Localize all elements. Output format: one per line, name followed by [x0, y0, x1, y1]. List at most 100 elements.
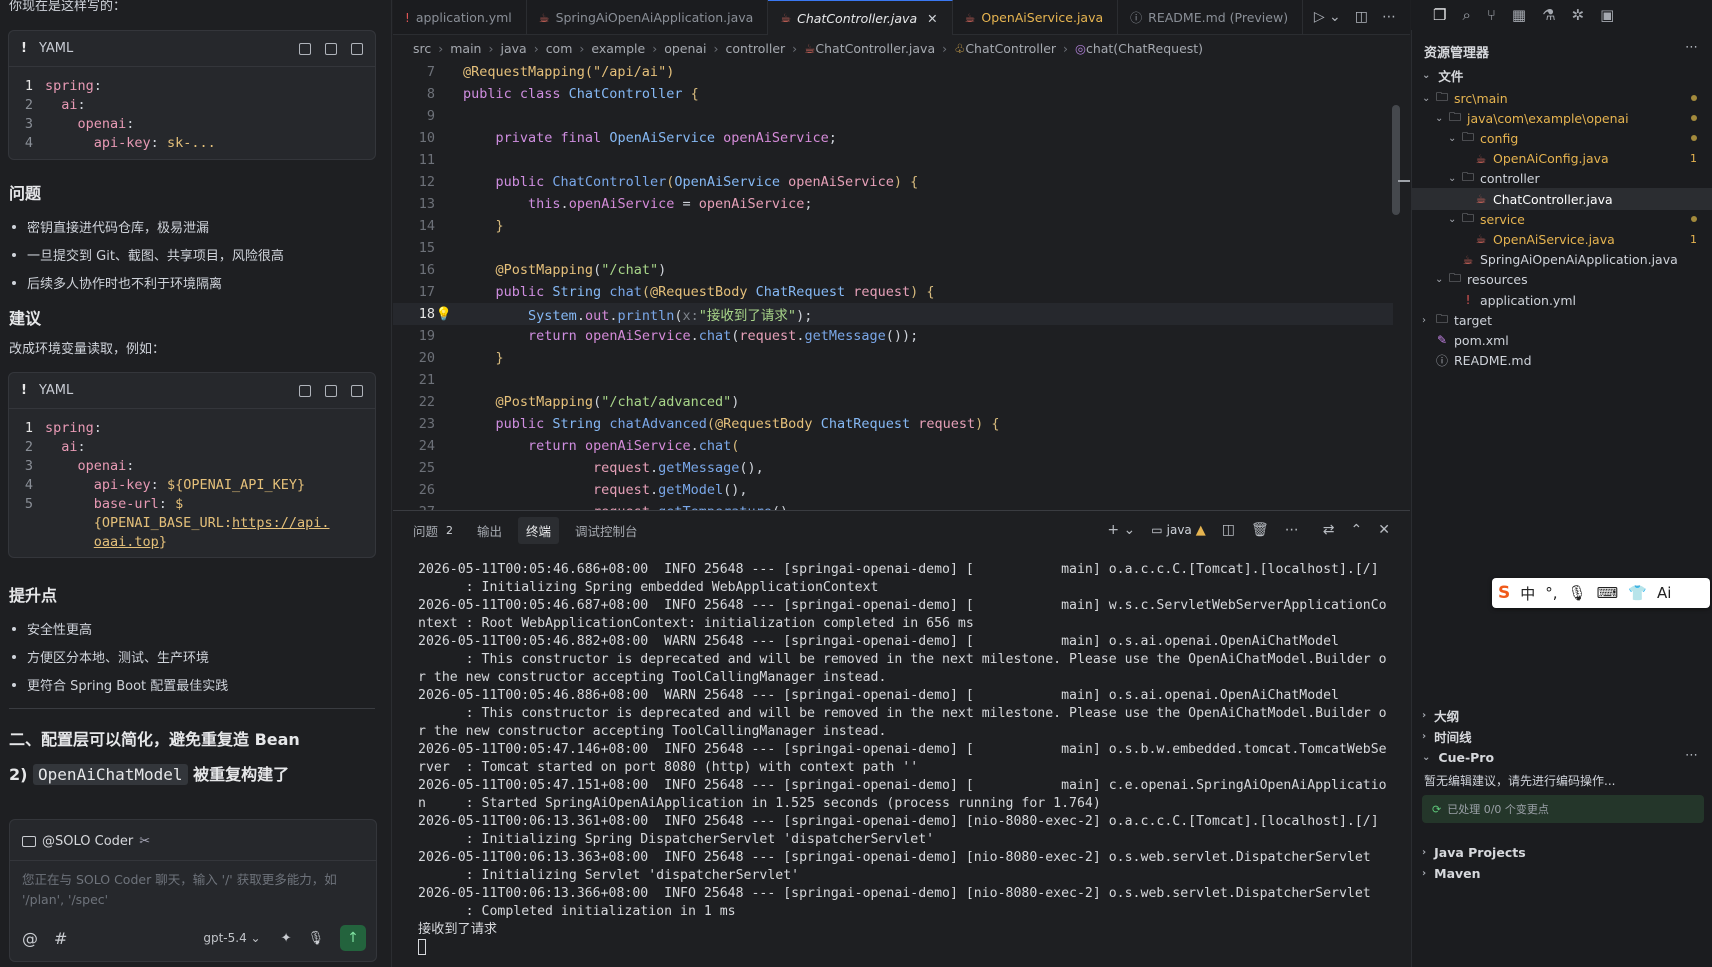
tab-problems[interactable]: 问题 2 — [413, 521, 453, 540]
more-icon[interactable]: ⋯ — [1685, 40, 1698, 55]
breadcrumb-item[interactable]: ChatController.java — [815, 41, 935, 56]
apply-icon[interactable] — [351, 384, 363, 397]
method-icon: ◎ — [1075, 40, 1086, 56]
terminal-shell-selector[interactable]: ▭ java ▲ — [1151, 523, 1206, 538]
breadcrumb-item[interactable]: openai — [664, 41, 706, 56]
insert-icon[interactable] — [325, 384, 337, 397]
tab-debug-console[interactable]: 调试控制台 — [575, 521, 638, 540]
code-card-body: 1 spring: 2 ai: 3 openai: 4 api-key: sk-... — [9, 67, 375, 159]
ime-chinese-mode[interactable]: 中 — [1520, 583, 1535, 604]
tree-item[interactable]: ! application.yml — [1412, 289, 1712, 311]
breadcrumb-item[interactable]: com — [546, 41, 573, 56]
tab-application-yml[interactable]: ! application.yml — [393, 0, 527, 35]
timeline-section-header[interactable]: › 时间线 — [1422, 727, 1472, 746]
testing-icon[interactable]: ⚗ — [1542, 6, 1555, 24]
skin-icon[interactable]: 👕 — [1628, 584, 1647, 602]
tab-openai-service[interactable]: ☕ OpenAiService.java — [953, 0, 1119, 35]
tree-item[interactable]: ⌄ 🗀 resources — [1412, 269, 1712, 291]
layout-icon[interactable]: ⇄ — [1323, 522, 1335, 538]
maven-section-header[interactable]: › Maven — [1422, 866, 1481, 881]
debug-icon[interactable]: ✲ — [1572, 6, 1585, 24]
copy-icon[interactable] — [299, 384, 311, 397]
tree-item[interactable]: ⓘ README.md — [1412, 350, 1712, 372]
chat-intro-text: 你现在是这样写的： — [9, 0, 127, 14]
files-section-header[interactable]: ⌄ 文件 — [1422, 66, 1463, 85]
breadcrumb-item[interactable]: java — [500, 41, 526, 56]
breadcrumb-item[interactable]: chat(ChatRequest) — [1086, 41, 1203, 56]
more-icon[interactable]: ⋯ — [1285, 522, 1299, 538]
lightbulb-icon[interactable]: 💡 — [436, 307, 452, 322]
breadcrumb-item[interactable]: controller — [726, 41, 786, 56]
files-icon[interactable]: ❐ — [1433, 6, 1446, 24]
close-icon[interactable]: ✕ — [1378, 522, 1390, 538]
keyboard-icon[interactable]: ⌨ — [1597, 584, 1619, 602]
tree-item[interactable]: ⌄ 🗀 service — [1412, 208, 1712, 230]
tree-item[interactable]: ⌄ 🗀 src\main — [1412, 87, 1712, 109]
mention-icon[interactable]: @ — [22, 929, 38, 948]
tab-output[interactable]: 输出 — [477, 521, 502, 540]
chevron-up-icon[interactable]: ⌃ — [1351, 522, 1363, 538]
code-line: 4 api-key: sk-... — [24, 135, 216, 151]
tab-spring-app[interactable]: ☕ SpringAiOpenAiApplication.java — [527, 0, 769, 35]
microphone-icon[interactable]: 🎙 — [1568, 584, 1587, 602]
tree-item[interactable]: ☕ ChatController.java — [1412, 188, 1712, 210]
ime-toolbar: S 中 °, 🎙 ⌨ 👕 Ai — [1492, 578, 1710, 608]
trash-icon[interactable]: 🗑 — [1251, 522, 1269, 538]
remote-icon[interactable]: ▣ — [1600, 6, 1614, 24]
ime-ai[interactable]: Ai — [1657, 584, 1671, 602]
editor-tabs: ! application.yml ☕ SpringAiOpenAiApplicati… — [393, 0, 1410, 35]
section2-heading: 二、配置层可以简化，避免重复造 Bean — [9, 730, 300, 749]
tree-item[interactable]: ☕ OpenAiService.java 1 — [1412, 228, 1712, 250]
java-file-icon: ☕ — [964, 10, 976, 25]
sparkle-icon[interactable]: ✦ — [281, 931, 292, 946]
tab-terminal[interactable]: 终端 — [518, 516, 560, 544]
apply-icon[interactable] — [351, 42, 363, 55]
microphone-icon[interactable]: 🎙 — [307, 931, 324, 946]
more-icon[interactable]: ⋯ — [1382, 9, 1396, 25]
run-icon[interactable]: ▷ ⌄ — [1314, 9, 1341, 25]
yaml-code-card-1: ! YAML 1 spring: 2 ai: 3 openai: 4 api-key: … — [8, 30, 376, 160]
cue-pro-section-header[interactable]: ⌄ Cue-Pro — [1422, 750, 1494, 765]
breadcrumb-item[interactable]: ChatController — [965, 41, 1056, 56]
breadcrumb-item[interactable]: src — [413, 41, 431, 56]
editor-scrollbar[interactable] — [1392, 105, 1400, 215]
extensions-icon[interactable]: ▦ — [1512, 6, 1526, 24]
agent-tag[interactable]: @SOLO Coder ✂ — [22, 830, 150, 852]
tree-item[interactable]: › 🗀 target — [1412, 309, 1712, 331]
close-tab-icon[interactable]: ✕ — [927, 11, 937, 26]
chevron-down-icon: ⌄ — [1422, 92, 1431, 104]
terminal-line: r the new constructor accepting ToolCall… — [418, 724, 887, 739]
split-terminal-icon[interactable]: ◫ — [1222, 522, 1235, 538]
tree-item[interactable]: ⌄ 🗀 config — [1412, 127, 1712, 149]
tab-chat-controller[interactable]: ☕ ChatController.java ✕ — [768, 0, 953, 35]
code-area[interactable]: 7 @RequestMapping("/api/ai") 8 public clas… — [393, 61, 1393, 510]
source-control-icon[interactable]: ⑂ — [1487, 6, 1496, 24]
tree-item[interactable]: ⌄ 🗀 controller — [1412, 168, 1712, 190]
new-terminal-icon[interactable]: + ⌄ — [1107, 522, 1135, 538]
send-button[interactable]: ↑ — [340, 925, 366, 951]
java-file-icon: ☕ — [1475, 192, 1487, 206]
terminal-output[interactable]: 2026-05-11T00:05:46.686+08:00 INFO 25648… — [418, 561, 1398, 957]
search-icon[interactable]: ⌕ — [1462, 6, 1470, 24]
tree-item[interactable]: ✎ pom.xml — [1412, 329, 1712, 351]
outline-section-header[interactable]: › 大纲 — [1422, 706, 1459, 725]
insert-icon[interactable] — [325, 42, 337, 55]
split-editor-icon[interactable]: ◫ — [1355, 9, 1368, 25]
problem-heading: 问题 — [9, 184, 42, 203]
tree-item[interactable]: ⌄ 🗀 java\com\example\openai — [1412, 107, 1712, 129]
tree-item[interactable]: ☕ OpenAiConfig.java 1 — [1412, 148, 1712, 170]
java-file-icon: ☕ — [1475, 151, 1487, 166]
tree-item[interactable]: ☕ SpringAiOpenAiApplication.java — [1412, 249, 1712, 271]
hash-icon[interactable]: # — [54, 929, 67, 948]
chat-input[interactable]: 您正在与 SOLO Coder 聊天，输入 '/' 获取更多能力，如 '/pla… — [22, 870, 362, 910]
java-projects-section-header[interactable]: › Java Projects — [1422, 845, 1526, 860]
model-selector[interactable]: gpt-5.4 ⌄ — [203, 931, 260, 945]
breadcrumb-item[interactable]: main — [450, 41, 481, 56]
ime-punctuation[interactable]: °, — [1545, 584, 1557, 602]
sogou-logo-icon[interactable]: S — [1498, 583, 1510, 603]
suggest-heading: 建议 — [9, 309, 42, 328]
more-icon[interactable]: ⋯ — [1685, 748, 1698, 763]
tab-readme-preview[interactable]: ⓘ README.md (Preview) — [1118, 0, 1304, 35]
copy-icon[interactable] — [299, 42, 311, 55]
breadcrumb-item[interactable]: example — [591, 41, 645, 56]
